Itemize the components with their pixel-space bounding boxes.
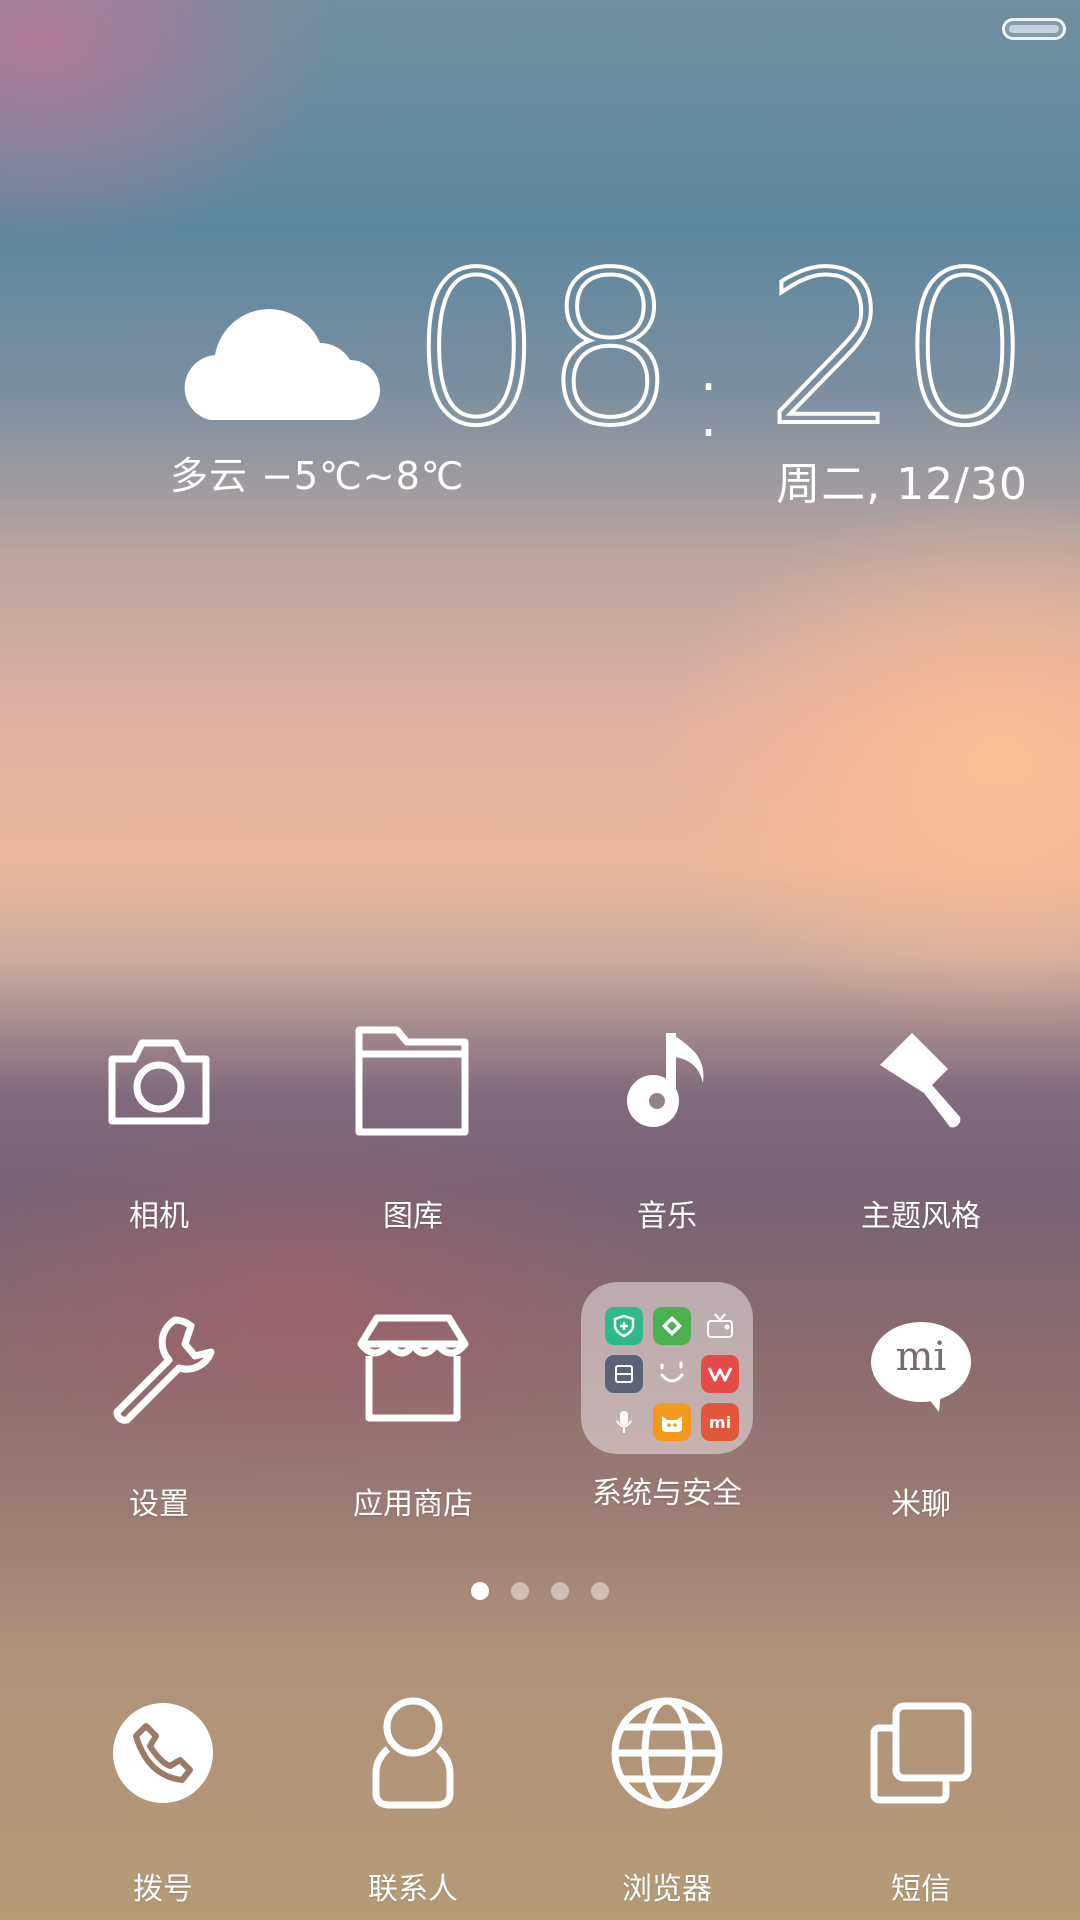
page-dot[interactable] bbox=[551, 1582, 569, 1600]
page-dot[interactable] bbox=[511, 1582, 529, 1600]
dock-browser[interactable]: 浏览器 bbox=[557, 1678, 777, 1908]
app-gallery[interactable]: 图库 bbox=[303, 1005, 523, 1235]
clock-separator: : bbox=[690, 334, 728, 462]
mi-icon: mi bbox=[701, 1403, 739, 1441]
mi-icon-text: mi bbox=[708, 1412, 732, 1432]
chat-bubble-icon: mi bbox=[846, 1293, 996, 1443]
clock-minutes: 20 bbox=[763, 227, 1034, 472]
app-settings[interactable]: 设置 bbox=[49, 1293, 269, 1523]
chat-bubble-text: mi bbox=[895, 1334, 947, 1380]
cloud-icon[interactable] bbox=[170, 295, 380, 425]
messages-icon bbox=[846, 1678, 996, 1828]
folder-system-security[interactable]: mi 系统与安全 bbox=[557, 1282, 777, 1512]
dock-contacts[interactable]: 联系人 bbox=[303, 1678, 523, 1908]
app-label: 应用商店 bbox=[353, 1487, 473, 1522]
tv-icon bbox=[701, 1307, 739, 1345]
app-label: 设置 bbox=[129, 1487, 189, 1522]
page-dot[interactable] bbox=[471, 1582, 489, 1600]
app-store[interactable]: 应用商店 bbox=[303, 1293, 523, 1523]
phone-icon bbox=[88, 1678, 238, 1828]
wps-icon bbox=[701, 1355, 739, 1393]
paintbrush-icon bbox=[846, 1005, 996, 1155]
app-label: 音乐 bbox=[637, 1199, 697, 1234]
app-label: 米聊 bbox=[891, 1487, 951, 1522]
mic-icon bbox=[605, 1403, 643, 1441]
music-note-icon bbox=[592, 1005, 742, 1155]
app-label: 联系人 bbox=[368, 1872, 458, 1907]
dock-phone[interactable]: 拨号 bbox=[53, 1678, 273, 1908]
folder-preview: mi bbox=[581, 1282, 753, 1454]
camera-icon bbox=[84, 1005, 234, 1155]
app-label: 主题风格 bbox=[861, 1199, 981, 1234]
app-themes[interactable]: 主题风格 bbox=[811, 1005, 1031, 1235]
folder-group-icon: mi bbox=[581, 1282, 753, 1454]
wrench-icon bbox=[84, 1293, 234, 1443]
status-indicator bbox=[1002, 18, 1066, 40]
app-camera[interactable]: 相机 bbox=[49, 1005, 269, 1235]
app-label: 拨号 bbox=[133, 1872, 193, 1907]
diamond-icon bbox=[653, 1307, 691, 1345]
app-label: 短信 bbox=[891, 1872, 951, 1907]
page-indicator[interactable] bbox=[0, 1582, 1080, 1600]
app-label: 图库 bbox=[383, 1199, 443, 1234]
folder-icon bbox=[338, 1005, 488, 1155]
clock[interactable]: 08 : 20 bbox=[408, 227, 1034, 472]
app-label: 浏览器 bbox=[622, 1872, 712, 1907]
app-miliao[interactable]: mi 米聊 bbox=[811, 1293, 1031, 1523]
date-text[interactable]: 周二, 12/30 bbox=[776, 448, 1028, 512]
clock-hours: 08 bbox=[408, 227, 679, 472]
app-label: 相机 bbox=[129, 1199, 189, 1234]
globe-icon bbox=[592, 1678, 742, 1828]
scanner-icon bbox=[605, 1355, 643, 1393]
dock-messages[interactable]: 短信 bbox=[811, 1678, 1031, 1908]
app-music[interactable]: 音乐 bbox=[557, 1005, 777, 1235]
contact-icon bbox=[338, 1678, 488, 1828]
app-label: 系统与安全 bbox=[592, 1476, 742, 1511]
shield-icon bbox=[605, 1307, 643, 1345]
page-dot[interactable] bbox=[591, 1582, 609, 1600]
mitu-icon bbox=[653, 1403, 691, 1441]
store-icon bbox=[338, 1293, 488, 1443]
smile-icon bbox=[653, 1355, 691, 1393]
